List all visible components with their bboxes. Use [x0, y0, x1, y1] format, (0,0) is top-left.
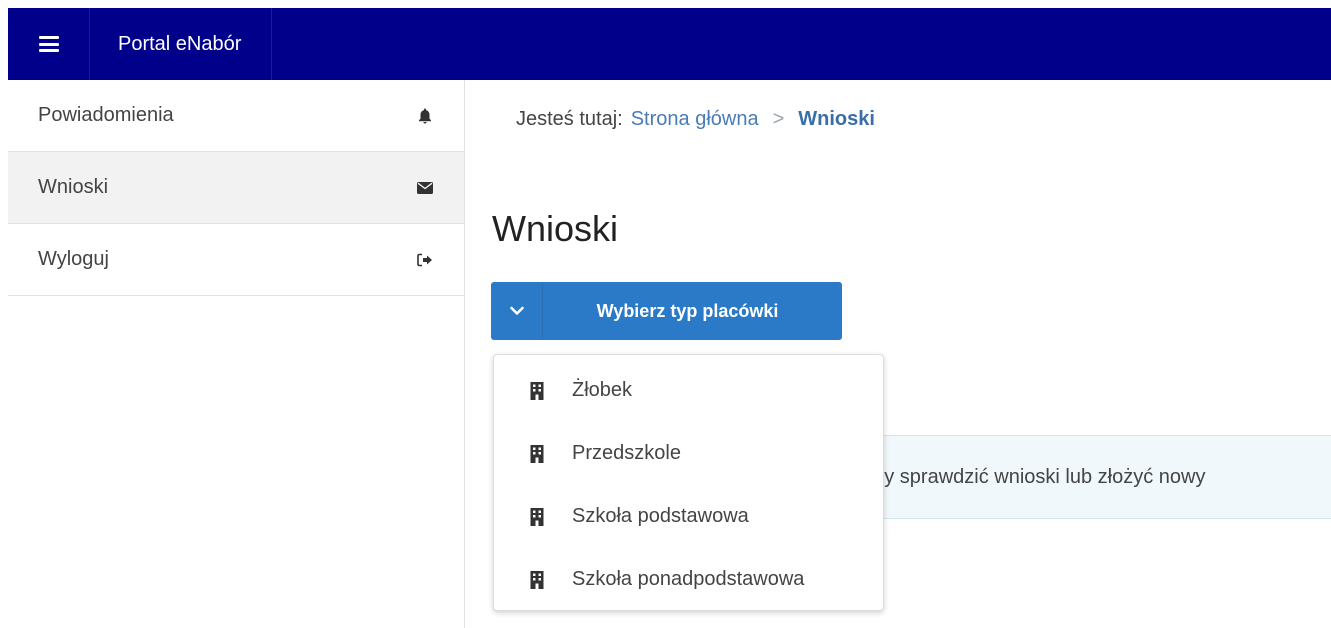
page-title: Wnioski	[492, 208, 619, 249]
sidebar-item-label: Powiadomienia	[38, 104, 174, 126]
dropdown-item-label: Szkoła podstawowa	[572, 505, 749, 527]
select-facility-type-button[interactable]: Wybierz typ placówki	[491, 282, 842, 340]
dropdown-item-szkola-podstawowa[interactable]: Szkoła podstawowa	[494, 485, 883, 548]
envelope-icon	[416, 179, 434, 197]
bell-icon	[416, 107, 434, 125]
info-text: aby sprawdzić wnioski lub złożyć nowy	[862, 465, 1206, 488]
breadcrumb-prefix: Jesteś tutaj:	[516, 108, 623, 130]
breadcrumb: Jesteś tutaj: Strona główna > Wnioski	[516, 108, 875, 131]
top-bar: Portal eNabór	[8, 8, 1331, 80]
building-icon	[530, 444, 544, 463]
sidebar-item-powiadomienia[interactable]: Powiadomienia	[8, 80, 464, 152]
dropdown-item-szkola-ponadpodstawowa[interactable]: Szkoła ponadpodstawowa	[494, 548, 883, 611]
sidebar-item-wyloguj[interactable]: Wyloguj	[8, 224, 464, 296]
building-icon	[530, 381, 544, 400]
chevron-down-icon	[491, 282, 543, 340]
sidebar-item-wnioski[interactable]: Wnioski	[8, 152, 464, 224]
dropdown-item-zlobek[interactable]: Żłobek	[494, 359, 883, 422]
dropdown-item-label: Przedszkole	[572, 442, 681, 464]
breadcrumb-home-link[interactable]: Strona główna	[631, 108, 759, 131]
building-icon	[530, 507, 544, 526]
sidebar: Powiadomienia Wnioski Wyloguj	[8, 80, 465, 628]
dropdown-item-label: Żłobek	[572, 379, 633, 401]
hamburger-icon	[38, 36, 59, 52]
breadcrumb-separator: >	[772, 108, 785, 130]
dropdown-item-przedszkole[interactable]: Przedszkole	[494, 422, 883, 485]
building-icon	[530, 570, 544, 589]
facility-type-dropdown: Żłobek Przedszkole Szkoła podstawowa Szk…	[493, 354, 884, 611]
sign-out-icon	[416, 251, 434, 269]
sidebar-item-label: Wnioski	[38, 176, 109, 198]
select-facility-type-label: Wybierz typ placówki	[596, 300, 779, 321]
dropdown-item-label: Szkoła ponadpodstawowa	[572, 568, 805, 590]
brand-title[interactable]: Portal eNabór	[90, 8, 273, 80]
sidebar-item-label: Wyloguj	[38, 248, 109, 270]
menu-button[interactable]	[8, 8, 90, 80]
info-box: aby sprawdzić wnioski lub złożyć nowy	[860, 435, 1331, 519]
breadcrumb-current: Wnioski	[798, 108, 875, 130]
